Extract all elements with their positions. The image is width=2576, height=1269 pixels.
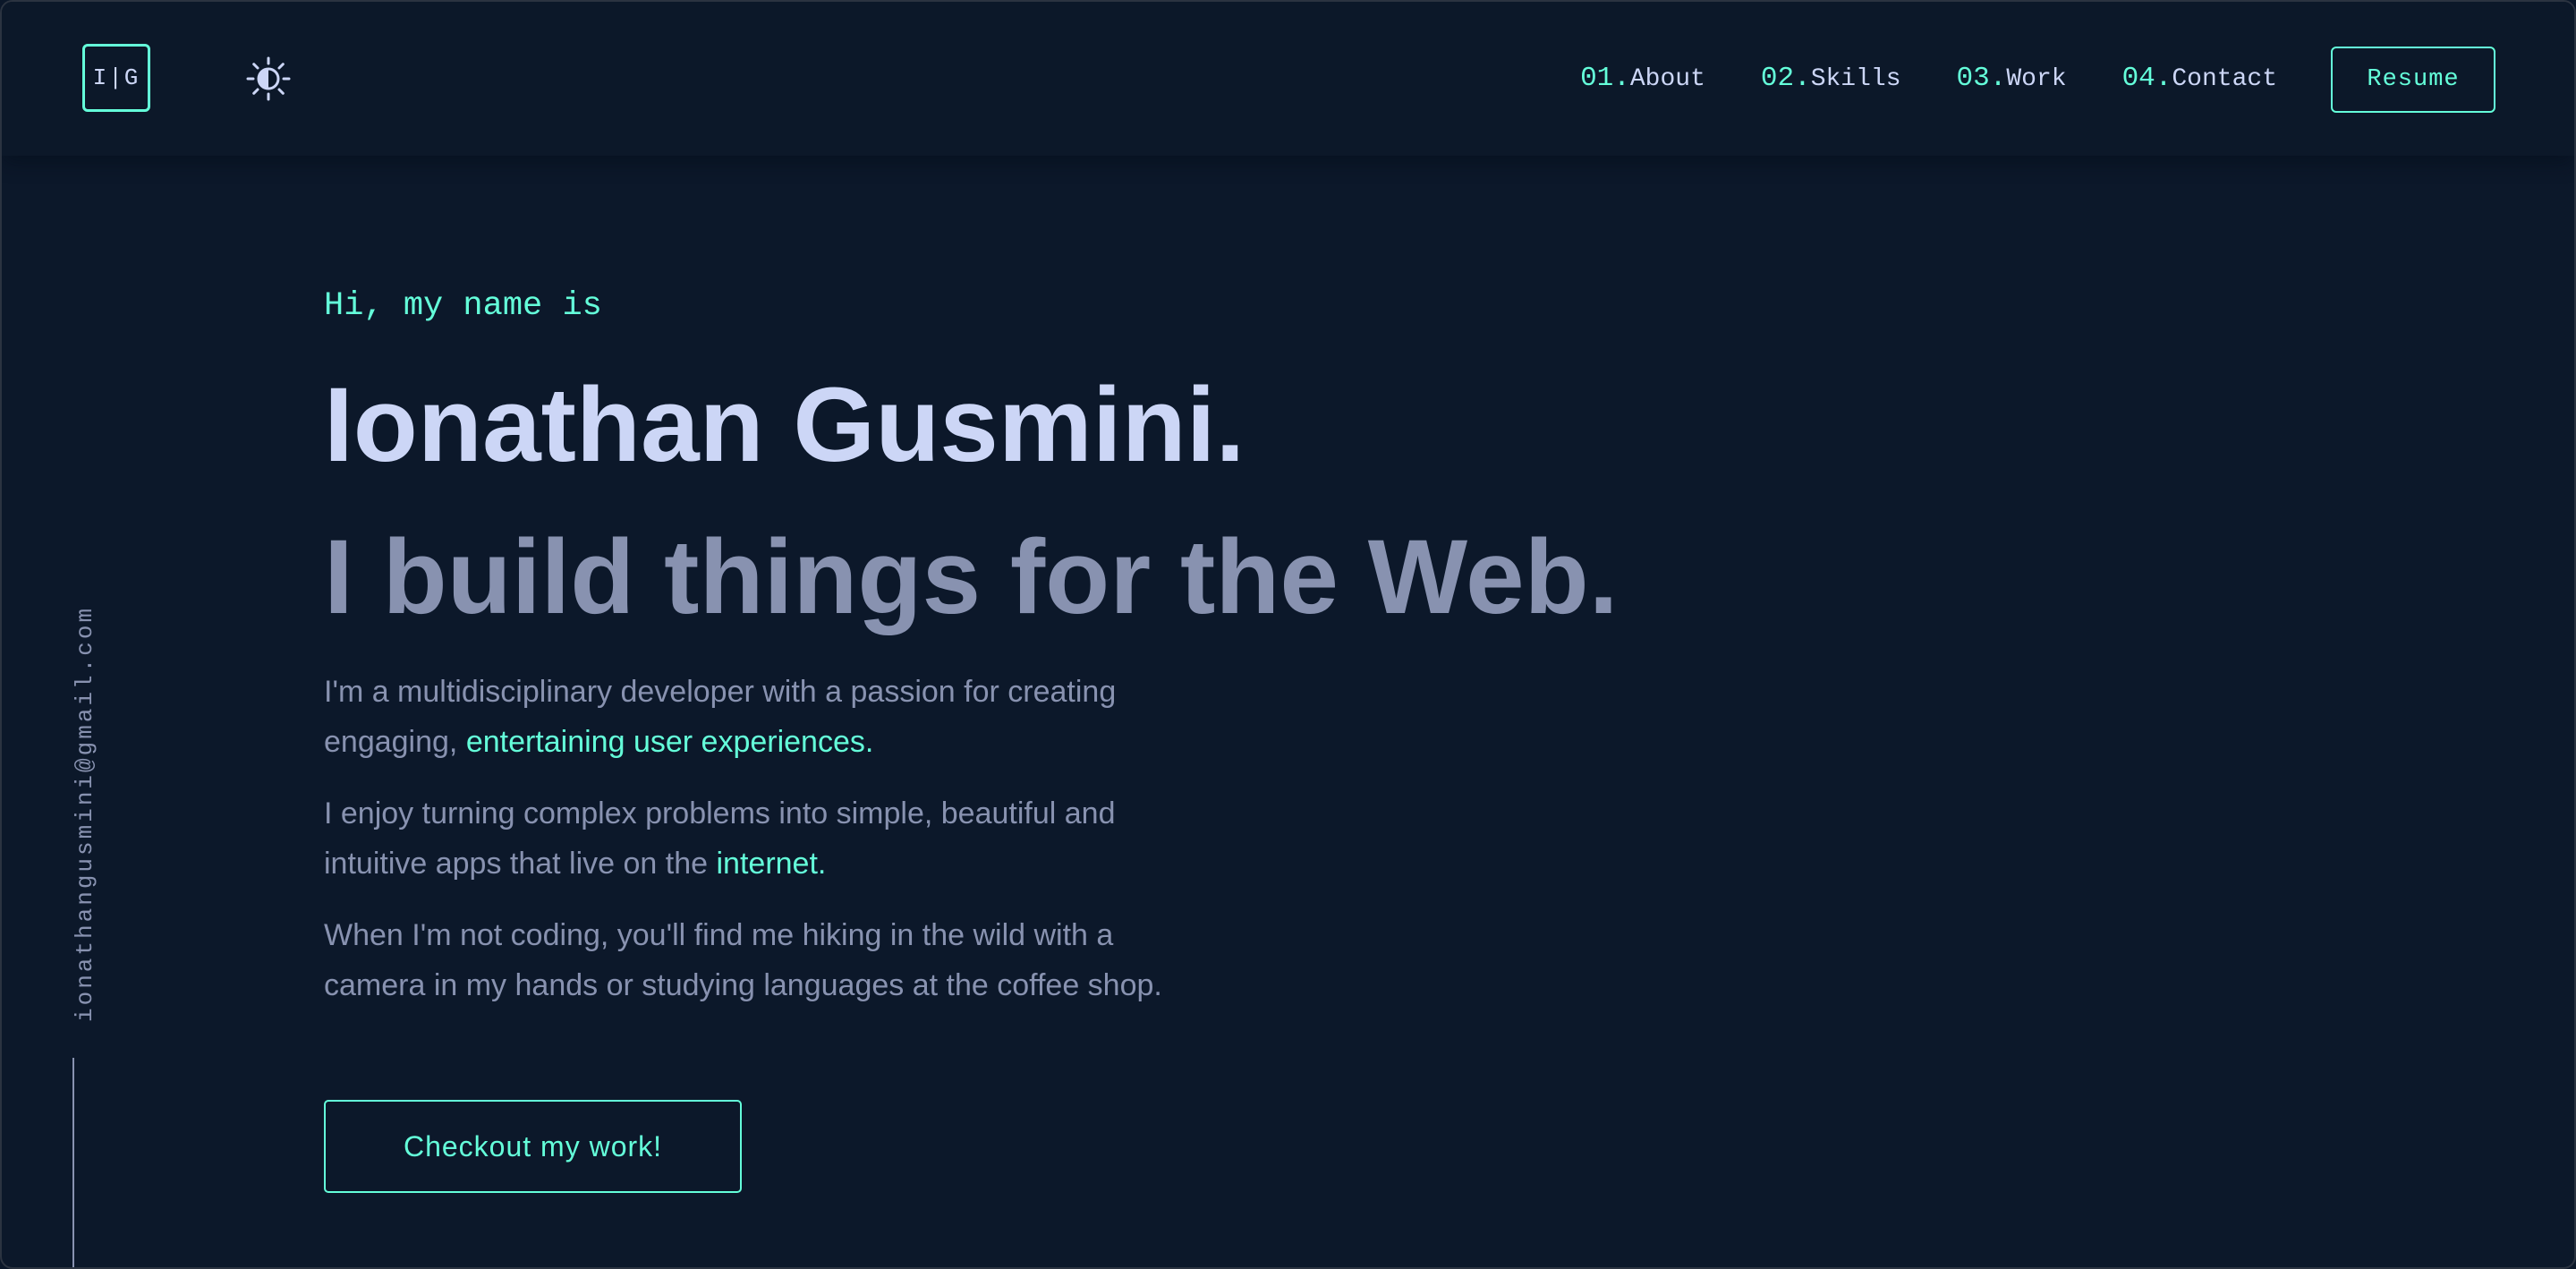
logo-text: I|G [92, 64, 140, 91]
nav-link-about[interactable]: 01.About [1580, 63, 1705, 94]
intro-highlight: internet. [716, 847, 827, 881]
nav-link-contact[interactable]: 04.Contact [2122, 63, 2277, 94]
hero-name: Ionathan Gusmini. [324, 366, 1245, 484]
nav-label: About [1629, 65, 1705, 93]
nav-number: 01. [1580, 63, 1630, 94]
intro-paragraph-2: I enjoy turning complex problems into si… [324, 788, 1219, 889]
nav-label: Contact [2172, 65, 2277, 93]
nav-link-skills[interactable]: 02.Skills [1761, 63, 1901, 94]
hero-section: Hi, my name is Ionathan Gusmini. I build… [324, 284, 1666, 1032]
hero-tagline: I build things for the Web. [324, 518, 1619, 636]
nav-label: Skills [1810, 65, 1901, 93]
checkout-work-button[interactable]: Checkout my work! [324, 1100, 742, 1193]
sun-half-icon [246, 56, 291, 101]
nav-label: Work [2006, 65, 2067, 93]
theme-toggle-button[interactable] [245, 55, 292, 102]
nav-number: 02. [1760, 63, 1811, 94]
nav-number: 03. [1956, 63, 2007, 94]
hero-intro: I'm a multidisciplinary developer with a… [324, 667, 1219, 1010]
intro-paragraph-1: I'm a multidisciplinary developer with a… [324, 667, 1219, 767]
hero-greeting: Hi, my name is [324, 287, 602, 325]
logo[interactable]: I|G [82, 44, 150, 112]
page-frame: I|G 01.About 02.Skills 03.Work 04.Contac… [0, 0, 2576, 1269]
resume-button[interactable]: Resume [2331, 47, 2495, 113]
nav-number: 04. [2121, 63, 2172, 94]
navbar: I|G 01.About 02.Skills 03.Work 04.Contac… [2, 2, 2574, 156]
nav-menu: 01.About 02.Skills 03.Work 04.Contact [1580, 63, 2277, 94]
intro-paragraph-3: When I'm not coding, you'll find me hiki… [324, 918, 1162, 1002]
nav-link-work[interactable]: 03.Work [1957, 63, 2067, 94]
side-email-link[interactable]: ionathangusmini@gmail.com [72, 606, 98, 1022]
side-divider-line [72, 1058, 74, 1267]
intro-highlight: entertaining user experiences. [465, 725, 874, 759]
